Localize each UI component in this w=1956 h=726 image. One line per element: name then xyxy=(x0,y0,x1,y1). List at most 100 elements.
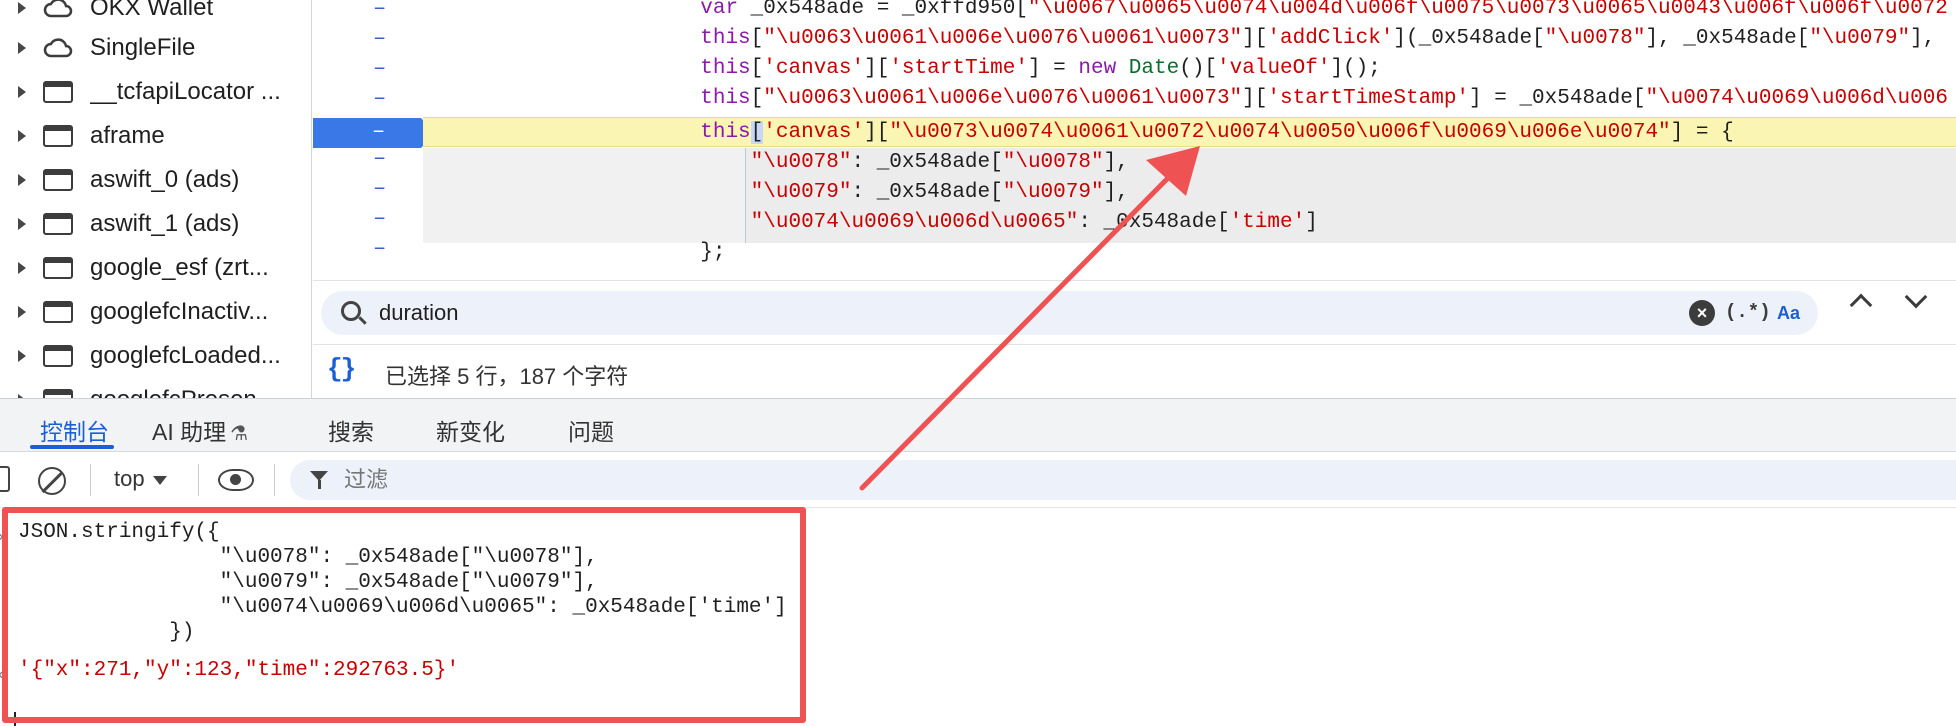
context-selector[interactable]: top xyxy=(114,466,167,492)
code-token: _0x548ade = _0xffd950[ xyxy=(750,0,1028,20)
regex-toggle-button[interactable]: (.*) xyxy=(1725,301,1771,323)
next-match-icon[interactable] xyxy=(1904,285,1928,309)
expand-arrow-icon[interactable] xyxy=(18,218,26,230)
code-token: [ xyxy=(750,121,764,144)
tree-item-tcfapilocator[interactable]: __tcfapiLocator ... xyxy=(0,70,311,114)
code-token: : _0x548ade[ xyxy=(1078,211,1230,234)
code-token: this xyxy=(700,87,751,110)
code-line[interactable]: this["\u0063\u0061\u006e\u0076\u0061\u00… xyxy=(423,24,1956,54)
source-editor[interactable]: – – – – – – – – – var _0x548ade = _0xffd… xyxy=(313,0,1956,280)
clear-console-icon[interactable] xyxy=(38,467,66,495)
tab-changes[interactable]: 新变化 xyxy=(436,413,505,447)
code-token: "\u0079" xyxy=(1002,181,1104,204)
expand-arrow-icon[interactable] xyxy=(18,42,26,54)
tab-issues[interactable]: 问题 xyxy=(568,413,614,447)
gutter-marker[interactable]: – xyxy=(373,0,386,21)
tree-item-aframe[interactable]: aframe xyxy=(0,114,311,158)
tab-ai-assistant[interactable]: AI 助理 ⚗ xyxy=(152,413,248,447)
code-token: [ xyxy=(750,87,764,110)
code-token: "\u0067\u0065\u0074\u004d\u006f\u0075\u0… xyxy=(1027,0,1948,20)
console-toolbar: top xyxy=(0,452,1956,508)
toolbar-divider xyxy=(198,464,199,496)
code-line[interactable]: }; xyxy=(423,238,1956,268)
code-line[interactable]: var _0x548ade = _0xffd950["\u0067\u0065\… xyxy=(423,0,1956,24)
code-token: "\u0079" xyxy=(750,181,852,204)
active-tab-indicator xyxy=(30,445,114,449)
code-line[interactable]: "\u0078": _0x548ade["\u0078"], xyxy=(423,148,1956,178)
code-line[interactable]: this['canvas']['startTime'] = new Date()… xyxy=(423,54,1956,84)
filter-icon xyxy=(310,471,328,489)
live-expression-eye-icon[interactable] xyxy=(218,469,254,491)
filter-field-container[interactable] xyxy=(290,460,1956,500)
pretty-print-icon[interactable]: {} xyxy=(327,354,356,384)
breakpoint-marker[interactable]: – xyxy=(313,118,435,148)
code-token: ][ xyxy=(864,121,890,144)
tab-console[interactable]: 控制台 xyxy=(40,413,109,447)
expand-arrow-icon[interactable] xyxy=(18,174,26,186)
code-token: "\u0073\u0074\u0061\u0072\u0074\u0050\u0… xyxy=(889,121,1671,144)
sidebar-toggle-icon[interactable] xyxy=(0,466,10,492)
expand-arrow-icon[interactable] xyxy=(18,306,26,318)
code-token: "\u0079" xyxy=(1809,27,1911,50)
expand-arrow-icon[interactable] xyxy=(18,2,26,14)
code-token: ](_0x548ade[ xyxy=(1393,27,1545,50)
code-token: ][ xyxy=(1242,27,1268,50)
code-area[interactable]: var _0x548ade = _0xffd950["\u0067\u0065\… xyxy=(423,0,1956,280)
frame-icon xyxy=(42,212,74,236)
code-token: }; xyxy=(700,241,726,264)
filter-input[interactable] xyxy=(344,464,1144,496)
tree-item-googlefcpresent[interactable]: googlefcPresen... xyxy=(0,378,311,400)
code-line[interactable]: "\u0074\u0069\u006d\u0065": _0x548ade['t… xyxy=(423,208,1956,238)
console-caret[interactable] xyxy=(14,712,16,726)
expand-arrow-icon[interactable] xyxy=(18,350,26,362)
tree-item-googlefcinactive[interactable]: googlefcInactiv... xyxy=(0,290,311,334)
gutter-marker[interactable]: – xyxy=(373,206,386,231)
context-label: top xyxy=(114,466,145,491)
gutter-marker[interactable]: – xyxy=(373,56,386,81)
code-line[interactable]: this["\u0063\u0061\u006e\u0076\u0061\u00… xyxy=(423,84,1956,114)
toolbar-divider xyxy=(90,464,91,496)
source-search-bar: × (.*) Aa xyxy=(313,280,1956,344)
search-field-container[interactable]: × (.*) Aa xyxy=(321,291,1818,335)
code-token: "\u0078" xyxy=(1002,151,1104,174)
tree-item-label: googlefcInactiv... xyxy=(90,298,269,325)
code-token: ][ xyxy=(1242,87,1268,110)
code-token: 'startTime' xyxy=(889,57,1028,80)
console-output[interactable]: › JSON.stringify({ "\u0078": _0x548ade["… xyxy=(0,508,1956,726)
tree-item-singlefile[interactable]: SingleFile xyxy=(0,26,311,70)
expand-arrow-icon[interactable] xyxy=(18,86,26,98)
code-line[interactable]: "\u0079": _0x548ade["\u0079"], xyxy=(423,178,1956,208)
code-token: ][ xyxy=(864,57,890,80)
line-gutter[interactable]: – – – – – – – – – xyxy=(313,0,435,280)
code-token: "\u0074\u0069\u006d\u0065" xyxy=(750,211,1079,234)
cloud-icon xyxy=(42,0,74,20)
expand-arrow-icon[interactable] xyxy=(18,130,26,142)
console-result-value[interactable]: '{"x":271,"y":123,"time":292763.5}' xyxy=(18,658,459,684)
previous-match-icon[interactable] xyxy=(1849,293,1873,317)
code-line-paused[interactable]: this['canvas']["\u0073\u0074\u0061\u0072… xyxy=(423,117,1956,147)
clear-search-button[interactable]: × xyxy=(1689,300,1715,326)
gutter-marker[interactable]: – xyxy=(373,176,386,201)
frame-icon xyxy=(42,344,74,368)
tree-item-label: google_esf (zrt... xyxy=(90,254,269,281)
code-token: : _0x548ade[ xyxy=(851,151,1003,174)
selection-status-text: 已选择 5 行，187 个字符 xyxy=(385,364,629,389)
gutter-marker[interactable]: – xyxy=(373,236,386,261)
code-token: ] xyxy=(1305,211,1318,234)
tree-item-label: SingleFile xyxy=(90,34,196,61)
code-token: ] = xyxy=(1027,57,1079,80)
gutter-marker[interactable]: – xyxy=(373,86,386,111)
search-input[interactable] xyxy=(379,297,1379,329)
code-token: "\u0074\u0069\u006d\u006 xyxy=(1645,87,1948,110)
tree-item-aswift-0[interactable]: aswift_0 (ads) xyxy=(0,158,311,202)
expand-arrow-icon[interactable] xyxy=(18,262,26,274)
code-token: : _0x548ade[ xyxy=(851,181,1003,204)
tree-item-google-esf[interactable]: google_esf (zrt... xyxy=(0,246,311,290)
match-case-button[interactable]: Aa xyxy=(1777,303,1800,324)
gutter-marker[interactable]: – xyxy=(373,146,386,171)
tree-item-googlefcloaded[interactable]: googlefcLoaded... xyxy=(0,334,311,378)
tree-item-aswift-1[interactable]: aswift_1 (ads) xyxy=(0,202,311,246)
gutter-marker[interactable]: – xyxy=(373,26,386,51)
code-token: ] = _0x548ade[ xyxy=(1469,87,1646,110)
tab-search[interactable]: 搜索 xyxy=(328,413,374,447)
